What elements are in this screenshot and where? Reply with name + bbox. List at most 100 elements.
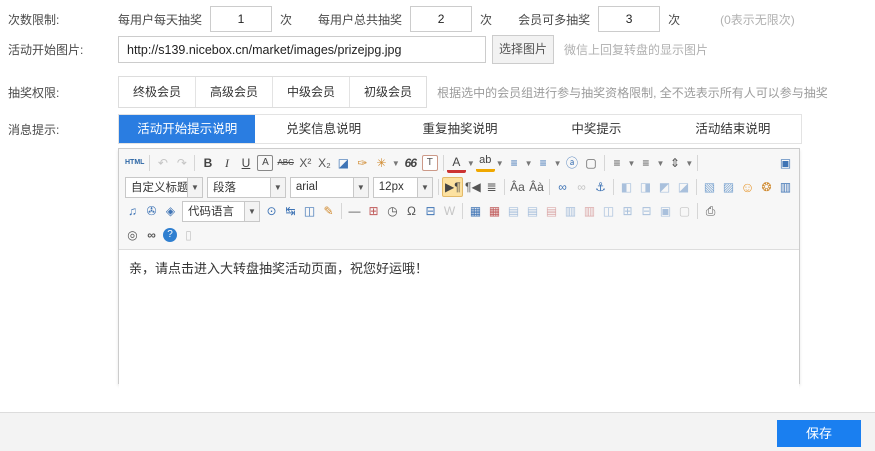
anchor-style-icon[interactable]: ⓐ (563, 153, 582, 173)
delete-col-icon[interactable]: ▥ (580, 201, 599, 221)
message-tab[interactable]: 重复抽奖说明 (392, 115, 528, 143)
music-icon[interactable]: ♫ (123, 201, 142, 221)
subscript-icon[interactable]: X₂ (315, 153, 334, 173)
message-tab[interactable]: 兑奖信息说明 (255, 115, 391, 143)
font-color-icon[interactable]: A (447, 155, 466, 173)
image-icon[interactable]: ▧ (700, 177, 719, 197)
ordered-list-icon[interactable]: ≡ (505, 153, 524, 173)
heading-select[interactable]: 自定义标题▼ (125, 177, 203, 198)
paragraph-select[interactable]: 段落▼ (207, 177, 286, 198)
media-icon[interactable]: ◈ (161, 201, 180, 221)
calendar-icon[interactable]: ⊞ (364, 201, 383, 221)
graffiti-icon[interactable]: ✎ (319, 201, 338, 221)
image-right-icon[interactable]: ◩ (655, 177, 674, 197)
special-char-icon[interactable]: Ω (402, 201, 421, 221)
save-button[interactable]: 保存 (777, 420, 861, 447)
chevron-down-icon[interactable]: ▼ (628, 159, 636, 168)
message-tab[interactable]: 活动结束说明 (665, 115, 801, 143)
word-import-icon[interactable]: W (440, 201, 459, 221)
font-style-icon[interactable]: A (257, 155, 273, 171)
insert-col-icon[interactable]: ▥ (561, 201, 580, 221)
message-tab[interactable]: 中奖提示 (528, 115, 664, 143)
italic-icon[interactable]: I (217, 153, 236, 173)
undo-icon[interactable]: ↶ (153, 153, 172, 173)
member-segment-高级会员[interactable]: 高级会员 (196, 77, 273, 107)
page-template-icon[interactable]: ▢ (675, 201, 694, 221)
attachment-icon[interactable]: ✇ (142, 201, 161, 221)
code-icon[interactable]: ⊙ (262, 201, 281, 221)
line-height-icon[interactable]: ⇕ (665, 153, 684, 173)
rtl-paragraph-icon[interactable]: ¶◀ (463, 177, 482, 197)
chevron-down-icon[interactable]: ▼ (656, 159, 664, 168)
insert-row-below-icon[interactable]: ▤ (523, 201, 542, 221)
clock-icon[interactable]: ◷ (383, 201, 402, 221)
chevron-down-icon[interactable]: ▼ (187, 178, 202, 197)
unlink-icon[interactable]: ∞ (572, 177, 591, 197)
image-center-icon[interactable]: ◨ (636, 177, 655, 197)
delete-table-icon[interactable]: ▦ (485, 201, 504, 221)
size-select[interactable]: 12px▼ (373, 177, 433, 198)
code-language-select[interactable]: 代码语言▼ (182, 201, 260, 222)
blockquote-icon[interactable]: 66 (401, 153, 420, 173)
delete-row-icon[interactable]: ▤ (542, 201, 561, 221)
help-icon[interactable]: ? (163, 228, 177, 242)
chevron-down-icon[interactable]: ▼ (496, 159, 504, 168)
quick-format-icon[interactable]: ✳ (372, 153, 391, 173)
anchor-icon[interactable]: ⚓ (591, 177, 610, 197)
editor-content[interactable]: 亲，请点击进入大转盘抽奖活动页面，祝您好运哦！ (119, 250, 799, 398)
format-brush-icon[interactable]: ✑ (353, 153, 372, 173)
lowercase-icon[interactable]: Âà (527, 177, 546, 197)
columns-icon[interactable]: ◫ (300, 201, 319, 221)
emoticon-icon[interactable]: ☺ (738, 177, 757, 197)
message-tab[interactable]: 活动开始提示说明 (119, 115, 255, 143)
link-icon[interactable]: ∞ (553, 177, 572, 197)
new-page-icon[interactable]: ▢ (582, 153, 601, 173)
merge-cells-icon[interactable]: ◫ (599, 201, 618, 221)
limit-count-input-3[interactable] (598, 6, 660, 32)
page-break-icon[interactable]: ↹ (281, 201, 300, 221)
image-url-input[interactable] (118, 36, 486, 63)
ltr-paragraph-icon[interactable]: ▶¶ (442, 177, 463, 197)
cell-props-icon[interactable]: ▣ (656, 201, 675, 221)
find-replace-icon[interactable]: ∞ (142, 225, 161, 245)
image-block-icon[interactable]: ◪ (674, 177, 693, 197)
chevron-down-icon[interactable]: ▼ (392, 159, 400, 168)
chevron-down-icon[interactable]: ▼ (417, 178, 432, 197)
chevron-down-icon[interactable]: ▼ (353, 178, 368, 197)
hr-icon[interactable]: — (345, 201, 364, 221)
underline-icon[interactable]: U (236, 153, 255, 173)
unordered-list-icon[interactable]: ≡ (534, 153, 553, 173)
member-segment-中级会员[interactable]: 中级会员 (273, 77, 350, 107)
indent-icon[interactable]: ≣ (482, 177, 501, 197)
video-icon[interactable]: ▥ (776, 177, 795, 197)
limit-count-input-2[interactable] (410, 6, 472, 32)
chevron-down-icon[interactable]: ▼ (525, 159, 533, 168)
member-segment-初级会员[interactable]: 初级会员 (350, 77, 426, 107)
form-icon[interactable]: ⊟ (421, 201, 440, 221)
pick-image-button[interactable]: 选择图片 (492, 35, 554, 64)
chevron-down-icon[interactable]: ▼ (270, 178, 285, 197)
gallery-icon[interactable]: ▨ (719, 177, 738, 197)
row-split-icon[interactable]: ⊟ (637, 201, 656, 221)
member-segment-终极会员[interactable]: 终极会员 (119, 77, 196, 107)
fullscreen-icon[interactable]: ▣ (776, 153, 795, 173)
redo-icon[interactable]: ↷ (172, 153, 191, 173)
highlight-color-icon[interactable]: ab (476, 154, 495, 172)
html-source-icon[interactable]: HTML (123, 153, 146, 173)
chevron-down-icon[interactable]: ▼ (244, 202, 259, 221)
limit-count-input-1[interactable] (210, 6, 272, 32)
font-select[interactable]: arial▼ (290, 177, 369, 198)
bold-icon[interactable]: B (198, 153, 217, 173)
split-cells-icon[interactable]: ⊞ (618, 201, 637, 221)
chevron-down-icon[interactable]: ▼ (685, 159, 693, 168)
insert-row-above-icon[interactable]: ▤ (504, 201, 523, 221)
strikethrough-icon[interactable]: ABC (275, 153, 295, 173)
palette-icon[interactable]: ❂ (757, 177, 776, 197)
paragraph-pos-icon[interactable]: ≡ (636, 153, 655, 173)
chevron-down-icon[interactable]: ▼ (467, 159, 475, 168)
chevron-down-icon[interactable]: ▼ (554, 159, 562, 168)
remove-format-icon[interactable]: ◪ (334, 153, 353, 173)
superscript-icon[interactable]: X² (296, 153, 315, 173)
image-left-icon[interactable]: ◧ (617, 177, 636, 197)
paste-plain-icon[interactable]: T (422, 155, 438, 171)
